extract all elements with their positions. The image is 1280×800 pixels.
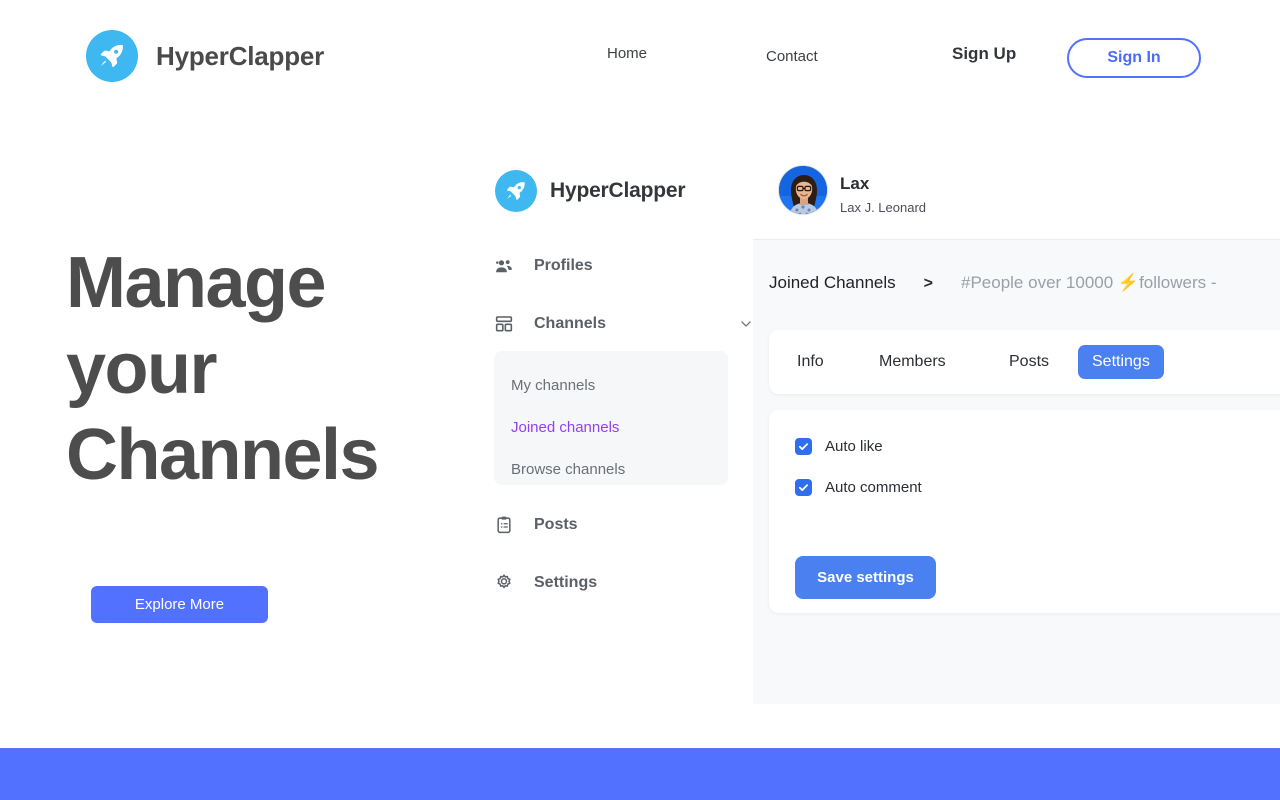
tab-members[interactable]: Members [865, 345, 960, 379]
app-brand[interactable]: HyperClapper [495, 170, 686, 212]
rocket-glyph [100, 44, 123, 68]
people-icon [496, 260, 512, 273]
app-preview: HyperClapper Profiles Channels My channe… [466, 140, 1280, 704]
grid-icon [495, 316, 513, 332]
chevron-down-icon[interactable] [739, 317, 753, 331]
submenu-item-browse-channels[interactable]: Browse channels [511, 461, 625, 478]
label-auto-like: Auto like [825, 438, 883, 455]
submenu-item-my-channels[interactable]: My channels [511, 377, 595, 394]
bolt-icon: ⚡ [1117, 273, 1140, 292]
clipboard-icon [497, 516, 511, 534]
avatar-photo [779, 166, 827, 214]
breadcrumb: Joined Channels > #People over 10000 ⚡fo… [769, 273, 1217, 293]
app-main-content: Lax Lax J. Leonard Joined Channels > #Pe… [753, 140, 1280, 704]
landing-page: HyperClapper Home Contact Sign Up Sign I… [0, 0, 1280, 800]
sidebar-label-profiles: Profiles [534, 257, 593, 274]
sidebar-label-settings: Settings [534, 574, 598, 591]
label-auto-comment: Auto comment [825, 479, 922, 496]
settings-panel: Auto like Auto comment Save settings [769, 410, 1280, 613]
top-navigation: HyperClapper Home Contact Sign Up Sign I… [0, 0, 1280, 112]
submenu-item-joined-channels[interactable]: Joined channels [511, 419, 619, 436]
brand-name: HyperClapper [156, 40, 325, 71]
rocket-icon [86, 30, 138, 82]
sign-in-button[interactable]: Sign In [1067, 38, 1201, 78]
site-brand[interactable]: HyperClapper [86, 30, 324, 82]
checkbox-auto-comment[interactable] [795, 479, 812, 496]
avatar[interactable] [778, 165, 828, 215]
tab-settings[interactable]: Settings [1078, 345, 1164, 379]
breadcrumb-current: #People over 10000 ⚡followers - [961, 273, 1217, 293]
breadcrumb-current-prefix: #People over 10000 [961, 273, 1118, 292]
sidebar-item-profiles[interactable]: Profiles [494, 256, 734, 276]
app-sidebar: HyperClapper Profiles Channels My channe… [466, 140, 753, 704]
rocket-glyph [506, 182, 525, 200]
nav-item-sign-up[interactable]: Sign Up [952, 44, 1016, 64]
check-icon [798, 443, 809, 451]
check-icon [798, 484, 809, 492]
rocket-icon [495, 170, 537, 212]
save-settings-button[interactable]: Save settings [795, 556, 936, 599]
breadcrumb-separator: > [923, 275, 933, 292]
nav-item-home[interactable]: Home [607, 45, 647, 62]
profile-name: Lax [840, 174, 870, 193]
breadcrumb-root[interactable]: Joined Channels [769, 273, 896, 293]
setting-auto-comment[interactable]: Auto comment [795, 479, 922, 496]
footer-band [0, 748, 1280, 800]
channels-submenu: My channels Joined channels Browse chann… [494, 351, 728, 485]
sidebar-label-posts: Posts [534, 516, 578, 533]
checkbox-auto-like[interactable] [795, 438, 812, 455]
setting-auto-like[interactable]: Auto like [795, 438, 883, 455]
sidebar-item-channels[interactable]: Channels [494, 314, 751, 334]
nav-item-contact[interactable]: Contact [766, 48, 818, 65]
tab-info[interactable]: Info [783, 345, 838, 379]
profile-full-name: Lax J. Leonard [840, 200, 927, 215]
app-brand-name: HyperClapper [550, 179, 686, 202]
explore-more-button[interactable]: Explore More [91, 586, 268, 623]
gear-icon [497, 574, 511, 589]
profile-header: Lax Lax J. Leonard [753, 140, 1280, 240]
sidebar-item-settings[interactable]: Settings [494, 573, 734, 593]
sidebar-item-posts[interactable]: Posts [494, 515, 734, 535]
breadcrumb-current-suffix: followers - [1139, 273, 1217, 292]
hero-title: Manage your Channels [66, 243, 380, 495]
tab-posts[interactable]: Posts [995, 345, 1063, 379]
sidebar-label-channels: Channels [534, 315, 607, 332]
tab-bar: Info Members Posts Settings [769, 330, 1280, 394]
